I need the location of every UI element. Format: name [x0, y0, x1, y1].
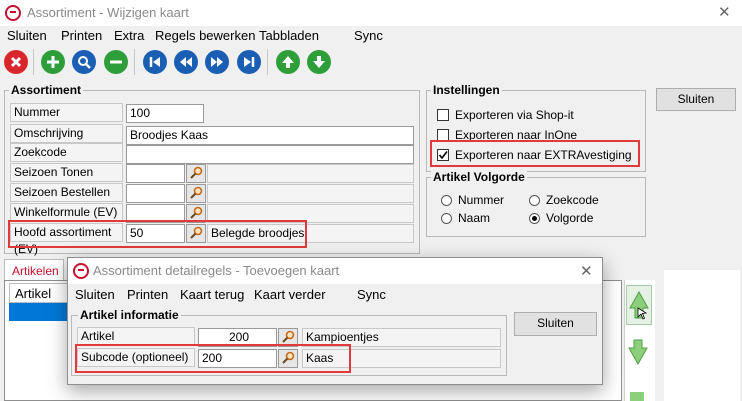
radio-nummer[interactable] [441, 195, 452, 206]
menu-regels-bewerken[interactable]: Regels bewerken [155, 28, 255, 43]
omschrijving-input[interactable]: Broodjes Kaas [126, 126, 414, 145]
grid-header-artikel-label: Artikel [15, 286, 52, 301]
volgorde-legend: Artikel Volgorde [431, 170, 527, 184]
nummer-label: Nummer [10, 103, 123, 122]
volgorde-group [426, 177, 646, 237]
search-icon[interactable] [72, 50, 96, 74]
app-logo-icon [5, 5, 21, 21]
move-up-button[interactable] [626, 285, 652, 325]
nummer-input[interactable]: 100 [126, 104, 204, 123]
artikel-label-text: Artikel [81, 329, 115, 343]
shopit-checkbox[interactable] [437, 109, 449, 121]
toolbar [0, 46, 742, 78]
dialog-menu-printen[interactable]: Printen [127, 287, 168, 302]
radio-zoekcode-label: Zoekcode [546, 193, 599, 207]
toolbar-separator [267, 49, 268, 75]
seizoen-tonen-lookup-icon[interactable] [186, 164, 206, 183]
zoekcode-label-text: Zoekcode [14, 145, 67, 159]
seizoen-bestellen-label-text: Seizoen Bestellen [14, 185, 111, 199]
window-title: Assortiment - Wijzigen kaart [27, 5, 189, 20]
winkelformule-label-text: Winkelformule (EV) [14, 205, 118, 219]
close-window-icon[interactable]: ✕ [718, 3, 731, 21]
move-down-button[interactable] [626, 338, 652, 368]
seizoen-bestellen-desc [207, 184, 414, 203]
instellingen-legend: Instellingen [431, 83, 502, 97]
first-icon[interactable] [143, 50, 167, 74]
add-row-icon[interactable] [630, 392, 644, 401]
zoekcode-input[interactable] [126, 145, 414, 164]
right-blank-panel [664, 270, 740, 401]
down-icon[interactable] [307, 50, 331, 74]
prev-icon[interactable] [174, 50, 198, 74]
sluiten-button[interactable]: Sluiten [656, 88, 736, 111]
add-icon[interactable] [41, 50, 65, 74]
seizoen-bestellen-lookup-icon[interactable] [186, 184, 206, 203]
detail-dialog: Assortiment detailregels - Toevoegen kaa… [67, 257, 603, 385]
next-icon[interactable] [205, 50, 229, 74]
seizoen-bestellen-label: Seizoen Bestellen [10, 183, 123, 202]
dialog-close-icon[interactable]: ✕ [580, 262, 593, 280]
toolbar-separator [134, 49, 135, 75]
tab-artikelen[interactable]: Artikelen [4, 259, 64, 281]
radio-naam[interactable] [441, 213, 452, 224]
highlight-subcode [75, 344, 351, 373]
menu-extra[interactable]: Extra [114, 28, 144, 43]
seizoen-tonen-desc [207, 164, 414, 183]
dialog-menu-kaart-terug[interactable]: Kaart terug [180, 287, 244, 302]
radio-zoekcode[interactable] [529, 195, 540, 206]
seizoen-tonen-label: Seizoen Tonen [10, 163, 123, 182]
menu-tabbladen[interactable]: Tabbladen [259, 28, 319, 43]
grid-header-artikel[interactable]: Artikel [9, 283, 69, 303]
tab-artikelen-label: Artikelen [12, 264, 59, 278]
highlight-extravestiging [430, 140, 640, 167]
radio-nummer-label: Nummer [458, 193, 505, 207]
dialog-menu-sluiten[interactable]: Sluiten [75, 287, 115, 302]
dialog-menu-sync[interactable]: Sync [357, 287, 386, 302]
shopit-label: Exporteren via Shop-it [455, 108, 574, 122]
menu-sync[interactable]: Sync [354, 28, 383, 43]
radio-volgorde[interactable] [529, 213, 540, 224]
up-icon[interactable] [276, 50, 300, 74]
omschrijving-label: Omschrijving [10, 124, 123, 143]
artikel-informatie-legend: Artikel informatie [78, 308, 181, 322]
assortiment-legend: Assortiment [9, 83, 84, 97]
radio-volgorde-dot [532, 216, 537, 221]
dialog-logo-icon [73, 263, 89, 279]
title-bar: Assortiment - Wijzigen kaart ✕ [0, 0, 742, 26]
dialog-title-bar: Assortiment detailregels - Toevoegen kaa… [68, 258, 602, 284]
nummer-label-text: Nummer [14, 105, 61, 119]
close-icon[interactable] [4, 50, 28, 74]
selected-row[interactable] [9, 303, 69, 321]
dialog-sluiten-button[interactable]: Sluiten [514, 312, 597, 336]
menu-bar: Sluiten Printen Extra Regels bewerken Ta… [0, 26, 742, 46]
seizoen-tonen-input[interactable] [126, 164, 185, 183]
seizoen-bestellen-input[interactable] [126, 184, 185, 203]
zoekcode-label: Zoekcode [10, 143, 123, 162]
remove-icon[interactable] [104, 50, 128, 74]
menu-sluiten[interactable]: Sluiten [7, 28, 47, 43]
dialog-title: Assortiment detailregels - Toevoegen kaa… [93, 263, 340, 278]
omschrijving-label-text: Omschrijving [14, 126, 84, 140]
last-icon[interactable] [237, 50, 261, 74]
seizoen-tonen-label-text: Seizoen Tonen [14, 165, 94, 179]
highlight-hoofd-assortiment [8, 220, 307, 248]
dialog-menu-kaart-verder[interactable]: Kaart verder [254, 287, 326, 302]
toolbar-separator [33, 49, 34, 75]
radio-volgorde-label: Volgorde [546, 211, 594, 225]
menu-printen[interactable]: Printen [61, 28, 102, 43]
radio-naam-label: Naam [458, 211, 491, 225]
